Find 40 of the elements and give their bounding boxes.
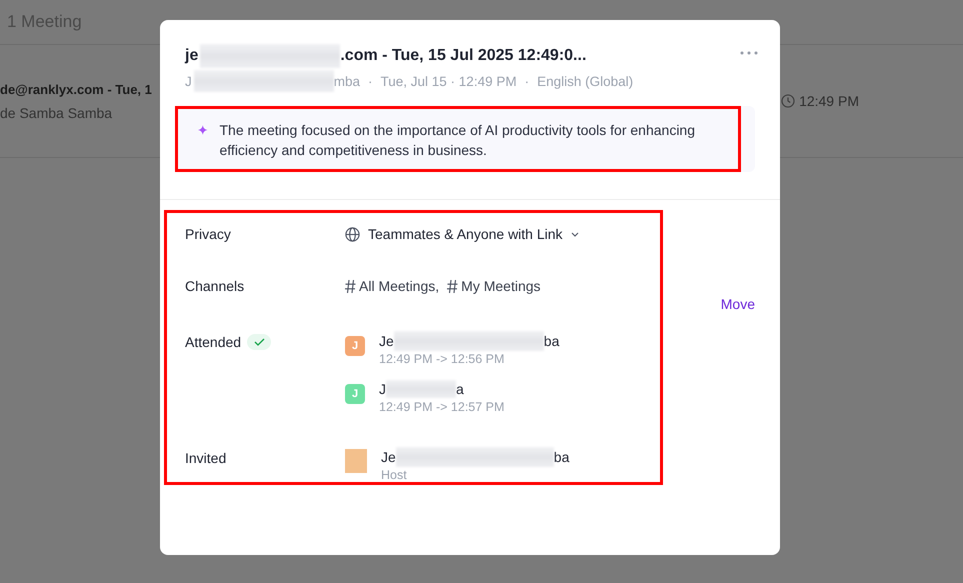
clock-icon [781, 94, 796, 108]
invitee-name: Je [381, 449, 396, 465]
field-label: Channels [185, 277, 246, 296]
hash-icon [447, 280, 458, 292]
meta-text: Tue, Jul 15 · 12:49 PM [380, 74, 517, 88]
meeting-summary: The meeting focused on the importance of AI productivity tools for enhancing efficiency and competitiveness in business. [220, 121, 696, 160]
avatar: J [345, 384, 365, 404]
separator-dot: · [524, 74, 530, 88]
field-label: Attended [185, 333, 242, 352]
meeting-title: de@ranklyx.com - Tue, 1 [0, 82, 153, 96]
globe-icon [345, 226, 360, 242]
field-label: Invited [185, 449, 228, 468]
privacy-dropdown[interactable]: Teammates & Anyone with Link [345, 223, 660, 245]
sparkle-icon [198, 123, 208, 137]
avatar: J [345, 336, 365, 356]
attendance-time: 12:49 PM -> 12:57 PM [379, 399, 504, 415]
attendee-name: Je [379, 333, 394, 349]
title-end: .com - Tue, 15 Jul 2025 12:49:0... [340, 47, 586, 65]
check-icon [247, 334, 272, 350]
hash-icon [345, 280, 356, 292]
invitee-role: Host [381, 467, 408, 483]
attendee-name: J [379, 381, 386, 397]
meeting-time: 12:49 PM [799, 93, 859, 109]
invitee-name: ba [554, 449, 570, 465]
caret-icon [570, 232, 579, 236]
redaction-blur [386, 380, 456, 398]
meta-text: English (Global) [537, 74, 634, 88]
host-end: mba [334, 74, 360, 88]
attendee-name: a [456, 381, 464, 397]
separator-dot: · [368, 74, 373, 88]
field-label: Privacy [185, 225, 232, 244]
move-link[interactable]: Move [720, 296, 755, 312]
comma: , [435, 277, 440, 296]
channel-tag[interactable]: My Meetings [461, 275, 541, 297]
title-start: je [185, 47, 198, 65]
host-start: J [185, 74, 192, 88]
attendee-name: ba [544, 333, 560, 349]
channel-tag[interactable]: All Meetings [359, 275, 436, 297]
meeting-host: de Samba Samba [0, 104, 114, 120]
attendance-time: 12:49 PM -> 12:56 PM [379, 351, 506, 367]
